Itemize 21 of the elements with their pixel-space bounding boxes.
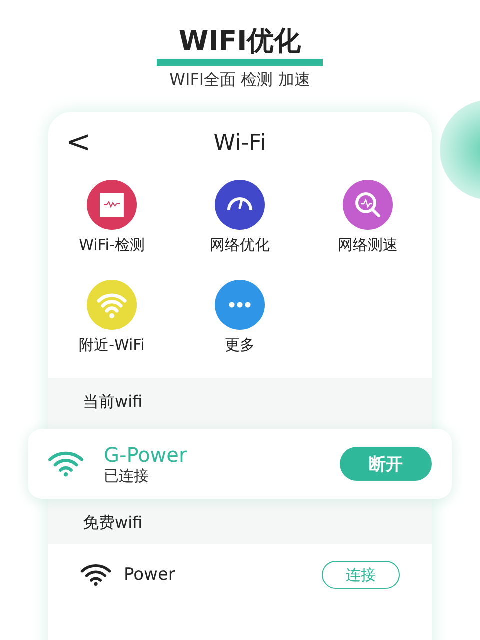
feature-label[interactable]: 更多 [225, 336, 255, 355]
connection-status: 已连接 [104, 466, 150, 486]
page-title: WIFI优化 [178, 26, 302, 58]
screen-title: Wi-Fi [214, 130, 266, 156]
wifi-icon [48, 451, 84, 477]
page-subtitle: WIFI全面 检测 加速 [170, 70, 310, 91]
section-heading: 当前wifi [82, 392, 144, 413]
monitor-icon[interactable] [87, 180, 137, 230]
magnifier-icon[interactable] [343, 180, 393, 230]
network-name: G-Power [104, 442, 188, 466]
feature-label[interactable]: 网络优化 [210, 236, 270, 255]
feature-label[interactable]: WiFi-检测 [79, 236, 145, 255]
wifi-icon [80, 564, 112, 586]
network-row[interactable]: Power 连接 [48, 544, 432, 606]
feature-label[interactable]: 网络测速 [338, 236, 398, 255]
more-icon[interactable] [215, 280, 265, 330]
section-heading: 免费wifi [82, 513, 144, 534]
back-button[interactable]: < [48, 128, 110, 158]
feature-label[interactable]: 附近-WiFi [79, 336, 145, 355]
gauge-icon[interactable] [215, 180, 265, 230]
network-name: Power [124, 565, 176, 585]
